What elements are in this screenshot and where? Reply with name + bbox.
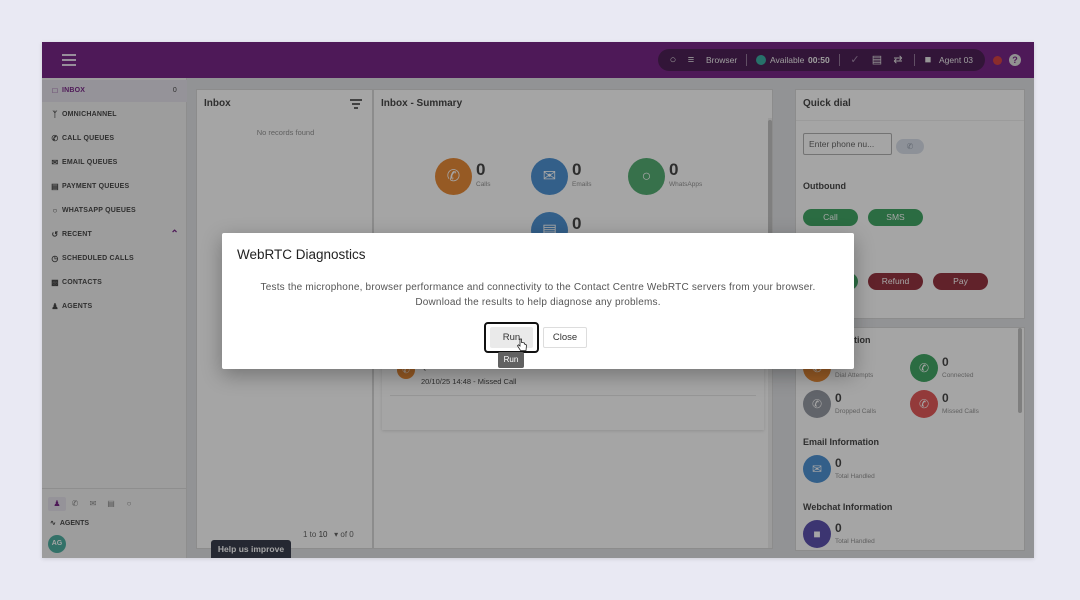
webrtc-diagnostics-dialog: WebRTC Diagnostics Tests the microphone,… (222, 233, 854, 369)
dialog-title: WebRTC Diagnostics (237, 247, 366, 262)
run-tooltip: Run (498, 352, 524, 368)
hand-cursor-icon (516, 338, 527, 351)
dialog-body: Tests the microphone, browser performanc… (260, 282, 816, 308)
close-button[interactable]: Close (543, 327, 587, 348)
